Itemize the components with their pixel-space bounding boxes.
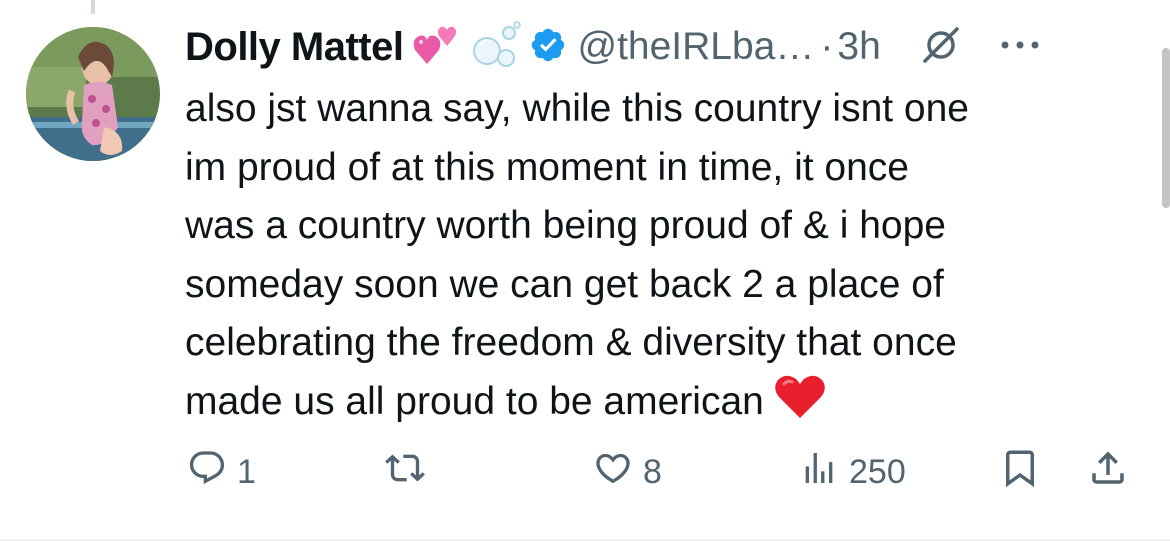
tweet-text-line: was a country worth being proud of & i h… bbox=[185, 204, 946, 247]
avatar[interactable] bbox=[26, 27, 160, 161]
reply-button[interactable]: 1 bbox=[187, 446, 256, 498]
retweet-icon bbox=[383, 448, 427, 497]
tweet-text-line: im proud of at this moment in time, it o… bbox=[185, 145, 909, 189]
tweet-text-line: made us all proud to be american bbox=[185, 379, 764, 423]
thread-connector-line bbox=[91, 0, 95, 14]
scrollbar-thumb[interactable] bbox=[1162, 48, 1170, 208]
tweet-text-line: also jst wanna say, while this country i… bbox=[185, 87, 969, 130]
display-name[interactable]: Dolly Mattel bbox=[185, 25, 404, 70]
grok-icon[interactable] bbox=[921, 25, 961, 70]
like-heart-icon bbox=[593, 448, 633, 497]
bookmark-icon bbox=[999, 446, 1041, 499]
more-options-icon[interactable] bbox=[999, 38, 1041, 56]
tweet-header: Dolly Mattel @theIRLba… · 3h bbox=[185, 18, 1135, 76]
views-button[interactable]: 250 bbox=[799, 446, 906, 498]
bookmark-button[interactable] bbox=[999, 446, 1041, 498]
like-button[interactable]: 8 bbox=[593, 446, 662, 498]
reply-count: 1 bbox=[237, 452, 256, 491]
reply-icon bbox=[187, 448, 227, 497]
verified-badge-icon[interactable] bbox=[529, 26, 567, 69]
share-icon bbox=[1087, 446, 1129, 499]
red-heart-emoji-icon bbox=[774, 374, 826, 438]
like-count: 8 bbox=[643, 452, 662, 491]
views-count: 250 bbox=[849, 452, 906, 491]
user-handle[interactable]: @theIRLba… bbox=[577, 25, 814, 69]
tweet-text: also jst wanna say, while this country i… bbox=[185, 80, 1125, 437]
timestamp[interactable]: 3h bbox=[837, 25, 880, 69]
two-hearts-emoji-icon bbox=[413, 24, 461, 71]
views-chart-icon bbox=[799, 448, 839, 497]
tweet-text-line: someday soon we can get back 2 a place o… bbox=[185, 262, 944, 306]
tweet-content: Dolly Mattel @theIRLba… · 3h also jst wa… bbox=[185, 18, 1135, 437]
share-button[interactable] bbox=[1087, 446, 1129, 498]
retweet-button[interactable] bbox=[383, 446, 437, 498]
bubbles-emoji-icon bbox=[471, 20, 522, 74]
tweet-text-line: celebrating the freedom & diversity that… bbox=[185, 321, 957, 364]
tweet-text-line-last: made us all proud to be american bbox=[185, 373, 1125, 438]
tweet-actions-bar: 1 8 250 bbox=[187, 446, 1137, 498]
separator-dot: · bbox=[820, 25, 834, 68]
